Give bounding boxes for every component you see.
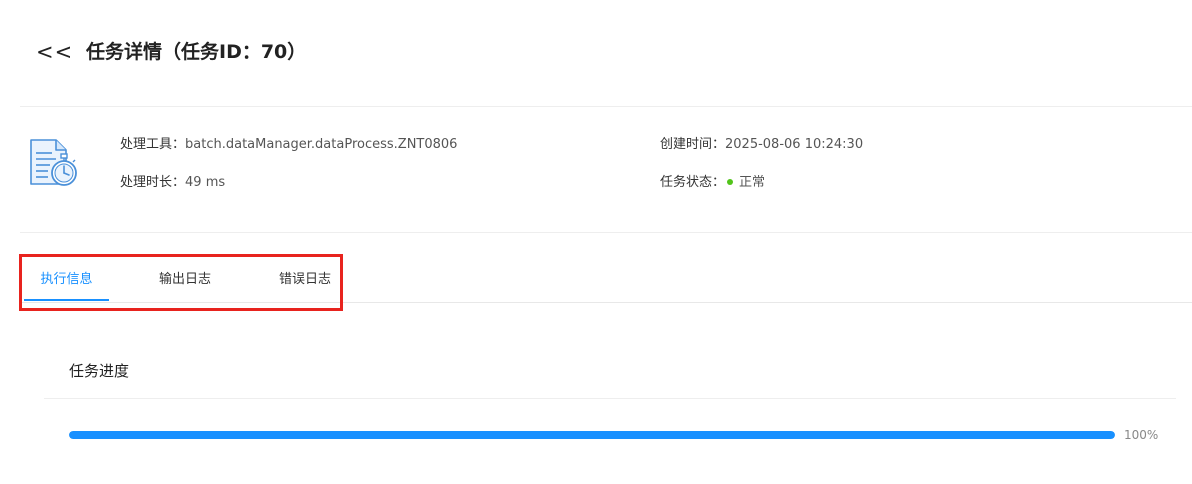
tab-bar: 执行信息 输出日志 错误日志 bbox=[20, 260, 1192, 303]
progress-percent: 100% bbox=[1124, 428, 1159, 442]
created-label: 创建时间： bbox=[660, 137, 726, 152]
tab-error-log[interactable]: 错误日志 bbox=[264, 260, 346, 302]
header-divider bbox=[20, 106, 1192, 107]
progress-bar bbox=[69, 431, 1115, 439]
status-dot-icon bbox=[727, 178, 734, 185]
info-divider bbox=[20, 232, 1192, 233]
progress-section-title: 任务进度 bbox=[69, 362, 130, 380]
page-header: << 任务详情（任务ID：70） bbox=[0, 0, 1192, 106]
status-label: 任务状态： bbox=[660, 175, 726, 190]
tab-output-log[interactable]: 输出日志 bbox=[144, 260, 226, 302]
tab-active-indicator bbox=[24, 299, 109, 301]
info-status: 任务状态： 正常 bbox=[660, 174, 765, 192]
info-duration: 处理时长：49 ms bbox=[120, 174, 225, 192]
info-created: 创建时间：2025-08-06 10:24:30 bbox=[660, 136, 863, 154]
info-tool: 处理工具：batch.dataManager.dataProcess.ZNT08… bbox=[120, 136, 457, 154]
page-title: 任务详情（任务ID：70） bbox=[86, 41, 307, 63]
duration-label: 处理时长： bbox=[120, 175, 186, 190]
tool-label: 处理工具： bbox=[120, 137, 186, 152]
progress-divider bbox=[44, 398, 1176, 399]
duration-value: 49 ms bbox=[185, 175, 226, 190]
tab-execution-info[interactable]: 执行信息 bbox=[24, 260, 109, 302]
created-value: 2025-08-06 10:24:30 bbox=[725, 137, 864, 152]
task-detail-page: << 任务详情（任务ID：70） 处理工具：batch.dataManager.… bbox=[0, 0, 1192, 484]
progress-fill bbox=[69, 431, 1115, 439]
document-stopwatch-icon bbox=[30, 139, 77, 186]
tool-value: batch.dataManager.dataProcess.ZNT0806 bbox=[185, 137, 458, 152]
status-value: 正常 bbox=[739, 175, 766, 190]
back-button[interactable]: << bbox=[36, 36, 72, 68]
